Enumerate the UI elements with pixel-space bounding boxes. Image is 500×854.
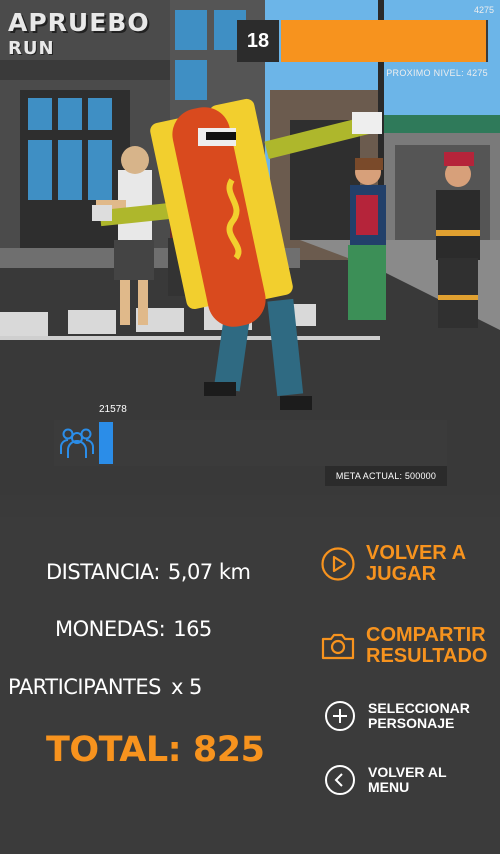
level-progress-bar xyxy=(281,20,488,62)
back-menu-line1: VOLVER AL xyxy=(368,764,447,781)
back-menu-line2: MENU xyxy=(368,779,410,795)
distance-value: 5,07 km xyxy=(167,560,251,584)
coins-label: MONEDAS: xyxy=(55,617,166,641)
share-result-button[interactable]: COMPARTIR RESULTADO xyxy=(320,625,487,667)
participants-label: PARTICIPANTES xyxy=(8,675,161,699)
play-again-line2: JUGAR xyxy=(366,563,437,585)
play-again-line1: VOLVER A xyxy=(366,542,467,564)
logo-title: APRUEBO xyxy=(8,8,150,37)
select-character-button[interactable]: SELECCIONAR PERSONAJE xyxy=(322,698,470,734)
back-to-menu-button[interactable]: VOLVER AL MENU xyxy=(322,762,447,798)
play-again-button[interactable]: VOLVER A JUGAR xyxy=(320,543,466,585)
game-logo: APRUEBO RUN xyxy=(8,8,150,59)
back-circle-icon xyxy=(322,762,358,798)
select-character-line1: SELECCIONAR xyxy=(368,700,470,717)
participants-stat: PARTICIPANTES x 5 xyxy=(8,675,202,699)
level-number: 18 xyxy=(237,20,279,62)
share-line1: COMPARTIR xyxy=(366,624,486,646)
camera-icon xyxy=(320,628,356,664)
share-line2: RESULTADO xyxy=(366,645,488,667)
level-corner-value: 4275 xyxy=(473,5,494,15)
logo-subtitle: RUN xyxy=(8,38,55,59)
play-circle-icon xyxy=(320,546,356,582)
distance-stat: DISTANCIA: 5,07 km xyxy=(46,560,251,584)
goal-label: META ACTUAL: 500000 xyxy=(325,466,447,486)
total-label: TOTAL: xyxy=(46,730,182,770)
distance-label: DISTANCIA: xyxy=(46,560,160,584)
next-level-label: PROXIMO NIVEL: 4275 xyxy=(386,68,488,78)
participants-value: x 5 xyxy=(170,675,202,699)
total-score: TOTAL: 825 xyxy=(46,730,265,770)
crowd-progress-fill xyxy=(99,422,113,464)
crowd-people-icon xyxy=(58,424,96,460)
coins-stat: MONEDAS: 165 xyxy=(55,617,212,641)
coins-value: 165 xyxy=(173,617,212,641)
plus-circle-icon xyxy=(322,698,358,734)
level-progress-fill xyxy=(281,20,486,62)
total-value: 825 xyxy=(192,730,265,770)
crowd-count: 21578 xyxy=(99,404,127,415)
select-character-line2: PERSONAJE xyxy=(368,715,455,731)
